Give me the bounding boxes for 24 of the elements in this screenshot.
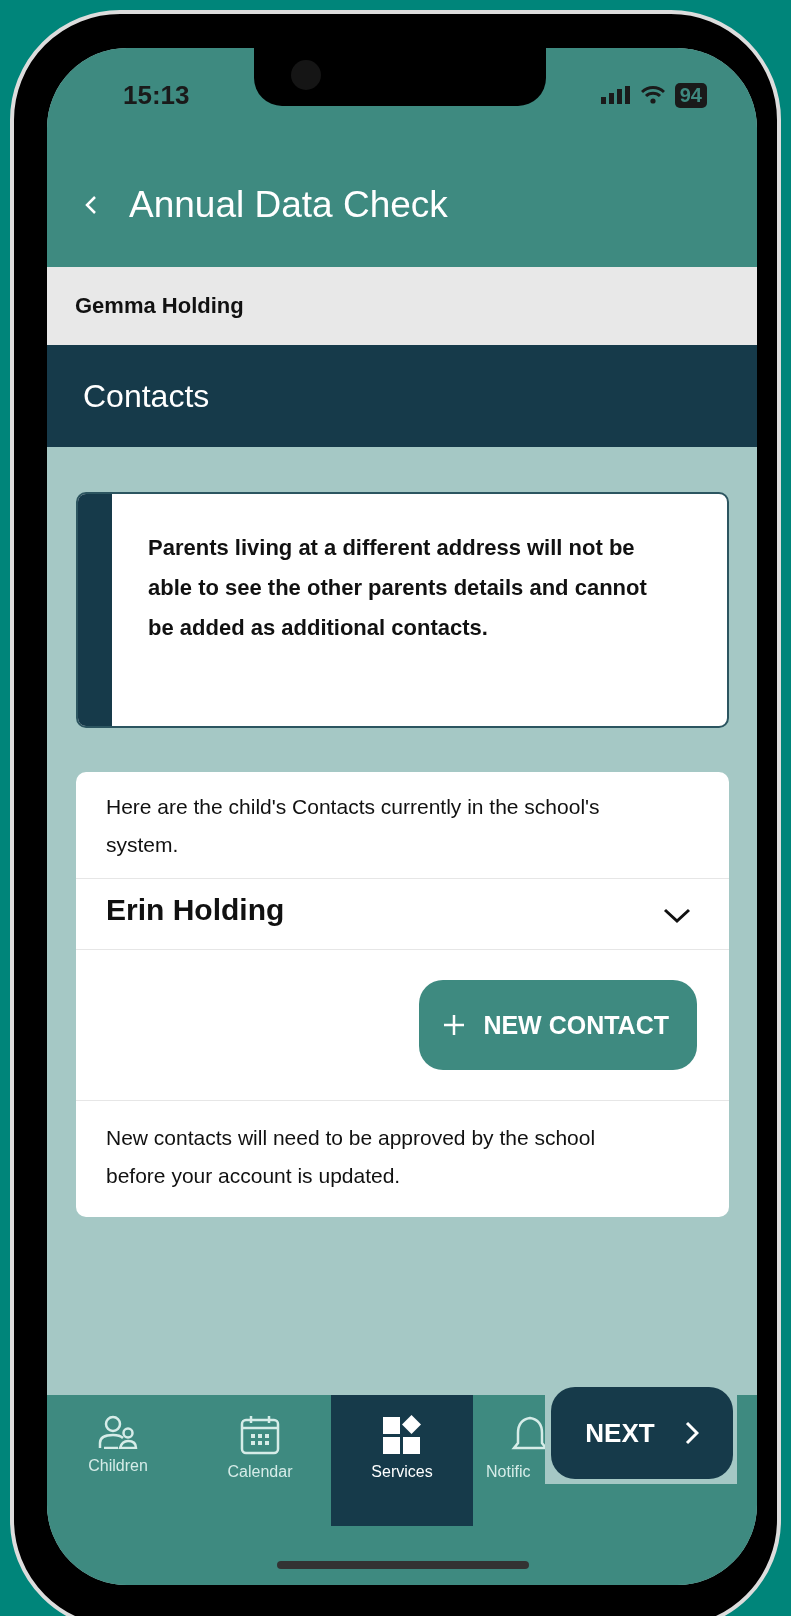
intro-text: Here are the child's Contacts currently in the school's system. xyxy=(105,794,601,858)
nav-tab[interactable]: Calendar xyxy=(189,1395,331,1526)
people-icon xyxy=(98,1415,138,1449)
next-button[interactable]: NEXT xyxy=(551,1387,733,1479)
calendar-icon xyxy=(240,1415,280,1455)
nav-tab[interactable]: Services xyxy=(331,1395,473,1526)
status-time: 15:13 xyxy=(123,79,190,111)
plus-icon xyxy=(443,1014,466,1036)
contact-row[interactable]: Erin Holding xyxy=(76,878,729,950)
back-icon xyxy=(85,195,97,215)
battery-level: 94 xyxy=(674,82,707,108)
student-name: Gemma Holding xyxy=(75,293,244,319)
nav-tab[interactable]: Notific xyxy=(473,1395,545,1526)
approval-note: New contacts will need to be approved by the school before your account is updated. xyxy=(105,1125,597,1189)
signal-icon xyxy=(600,86,631,104)
new-contact-button[interactable]: NEW CONTACT xyxy=(419,980,697,1070)
page-title: Annual Data Check xyxy=(129,184,448,226)
nav-tab[interactable]: Children xyxy=(47,1395,189,1526)
wifi-icon xyxy=(640,86,665,104)
chevron-down-icon xyxy=(663,908,691,924)
grid-icon xyxy=(382,1415,422,1455)
section-title: Contacts xyxy=(83,377,210,415)
notice-text: Parents living at a different address will not be able to see the other parents details and cannot be added as additional contacts. xyxy=(147,534,648,642)
chevron-right-icon xyxy=(684,1421,699,1445)
